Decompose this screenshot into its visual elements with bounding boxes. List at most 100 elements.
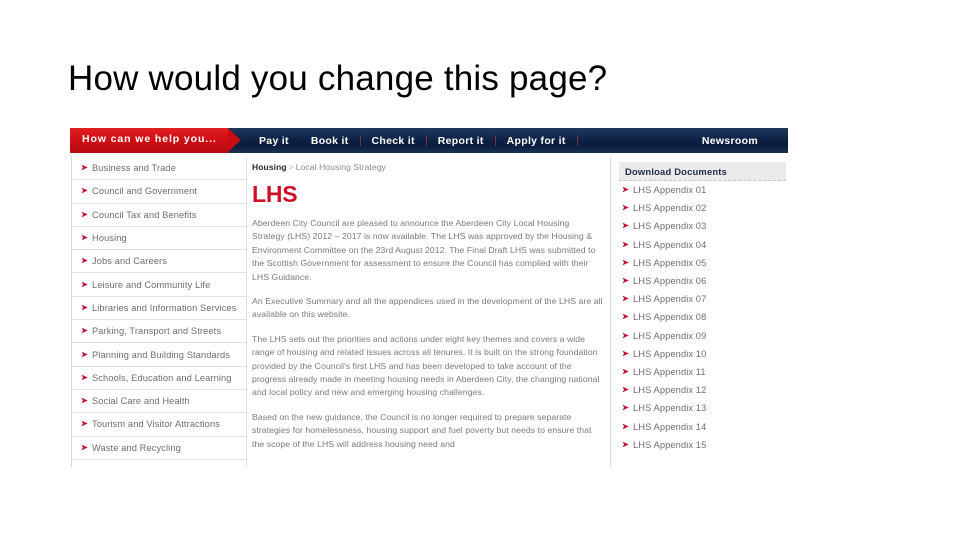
download-link-appendix-02[interactable]: ➤ LHS Appendix 02 [619, 199, 786, 217]
content-paragraph-2: An Executive Summary and all the appendi… [252, 296, 603, 320]
download-link-appendix-05[interactable]: ➤ LHS Appendix 05 [619, 254, 786, 272]
sidebar-item-label: Jobs and Careers [92, 256, 167, 267]
topnav-item-report-it[interactable]: Report it [427, 135, 495, 147]
download-documents-title: Download Documents [625, 165, 728, 177]
chevron-right-icon: ➤ [622, 185, 629, 195]
site-body: ➤ Business and Trade ➤ Council and Gover… [70, 153, 788, 468]
sidebar-item-council-tax-and-benefits[interactable]: ➤ Council Tax and Benefits [72, 204, 246, 227]
download-link-label: LHS Appendix 13 [633, 403, 707, 414]
sidebar-item-label: Waste and Recycling [92, 442, 181, 453]
sidebar-item-tourism-and-visitor-attractions[interactable]: ➤ Tourism and Visitor Attractions [72, 413, 246, 437]
download-link-appendix-01[interactable]: ➤ LHS Appendix 01 [619, 181, 786, 199]
download-link-appendix-13[interactable]: ➤ LHS Appendix 13 [619, 399, 786, 417]
download-link-label: LHS Appendix 06 [633, 276, 707, 287]
chevron-right-icon: ➤ [622, 294, 629, 304]
chevron-right-icon: ➤ [622, 348, 629, 358]
sidebar-item-label: Tourism and Visitor Attractions [92, 419, 220, 430]
chevron-right-icon: ➤ [622, 312, 629, 322]
download-link-appendix-03[interactable]: ➤ LHS Appendix 03 [619, 217, 786, 235]
download-link-label: LHS Appendix 12 [633, 385, 707, 396]
topnav-item-apply-for-it[interactable]: Apply for it [496, 135, 577, 147]
download-link-label: LHS Appendix 15 [633, 439, 707, 450]
download-link-label: LHS Appendix 08 [633, 312, 707, 323]
download-link-appendix-08[interactable]: ➤ LHS Appendix 08 [619, 308, 786, 326]
sidebar-item-business-and-trade[interactable]: ➤ Business and Trade [72, 157, 246, 181]
sidebar-item-jobs-and-careers[interactable]: ➤ Jobs and Careers [72, 250, 246, 274]
help-tab[interactable]: How can we help you... [70, 128, 228, 153]
sidebar-item-libraries-and-information-services[interactable]: ➤ Libraries and Information Services [72, 297, 246, 321]
download-link-label: LHS Appendix 04 [633, 239, 707, 250]
breadcrumb-parent-link[interactable]: Housing [252, 162, 287, 172]
chevron-right-icon: ➤ [81, 163, 88, 173]
sidebar-item-label: Council and Government [92, 186, 198, 197]
sidebar-item-label: Council Tax and Benefits [92, 209, 197, 220]
chevron-right-icon: ➤ [622, 385, 629, 395]
sidebar-item-label: Planning and Building Standards [92, 349, 231, 360]
download-link-appendix-09[interactable]: ➤ LHS Appendix 09 [619, 327, 786, 345]
download-link-appendix-04[interactable]: ➤ LHS Appendix 04 [619, 236, 786, 254]
chevron-right-icon: ➤ [622, 276, 629, 286]
chevron-right-icon: ➤ [81, 209, 88, 219]
topnav-item-newsroom[interactable]: Newsroom [691, 135, 788, 147]
website-screenshot: How can we help you... Pay it Book it Ch… [70, 128, 788, 468]
help-tab-label: How can we help you... [82, 133, 217, 145]
chevron-right-icon: ➤ [622, 403, 629, 413]
download-link-label: LHS Appendix 02 [633, 203, 707, 214]
sidebar-item-leisure-and-community-life[interactable]: ➤ Leisure and Community Life [72, 273, 246, 297]
chevron-right-icon: ➤ [81, 256, 88, 266]
content-paragraph-3: The LHS sets out the priorities and acti… [252, 333, 600, 398]
chevron-right-icon: ➤ [81, 372, 88, 382]
chevron-right-icon: ➤ [81, 396, 88, 406]
chevron-right-icon: ➤ [622, 330, 629, 340]
topnav-item-book-it[interactable]: Book it [300, 135, 360, 147]
chevron-right-icon: ➤ [81, 419, 88, 429]
left-sidebar-nav: ➤ Business and Trade ➤ Council and Gover… [71, 157, 247, 467]
download-link-label: LHS Appendix 05 [633, 257, 707, 268]
topnav-item-check-it[interactable]: Check it [361, 135, 426, 147]
download-link-label: LHS Appendix 11 [633, 366, 706, 377]
chevron-right-icon: ➤ [622, 421, 629, 431]
sidebar-item-waste-and-recycling[interactable]: ➤ Waste and Recycling [72, 437, 246, 460]
download-link-label: LHS Appendix 10 [633, 348, 707, 359]
sidebar-item-housing[interactable]: ➤ Housing [72, 227, 246, 251]
chevron-right-icon: ➤ [622, 439, 629, 449]
download-link-label: LHS Appendix 03 [633, 221, 707, 232]
download-link-appendix-10[interactable]: ➤ LHS Appendix 10 [619, 345, 786, 363]
chevron-right-icon: ➤ [81, 233, 88, 243]
breadcrumb-current: Local Housing Strategy [295, 162, 386, 172]
help-tab-arrow-icon [228, 128, 241, 152]
chevron-right-icon: ➤ [622, 221, 629, 231]
content-paragraph-1: Aberdeen City Council are pleased to ann… [252, 218, 596, 282]
download-documents-panel: Download Documents ➤ LHS Appendix 01 ➤ L… [610, 157, 786, 467]
sidebar-item-schools-education-and-learning[interactable]: ➤ Schools, Education and Learning [72, 367, 246, 390]
sidebar-item-parking-transport-and-streets[interactable]: ➤ Parking, Transport and Streets [72, 320, 246, 344]
topnav-divider [576, 135, 578, 146]
download-documents-header: Download Documents [619, 162, 786, 181]
download-link-appendix-14[interactable]: ➤ LHS Appendix 14 [619, 417, 786, 435]
sidebar-item-label: Business and Trade [92, 163, 176, 174]
download-link-appendix-11[interactable]: ➤ LHS Appendix 11 [619, 363, 786, 381]
chevron-right-icon: ➤ [81, 279, 88, 289]
breadcrumb-separator-icon: > [288, 162, 294, 172]
sidebar-item-label: Social Care and Health [92, 396, 190, 407]
breadcrumb: Housing > Local Housing Strategy [252, 162, 604, 172]
main-content: Housing > Local Housing Strategy LHS Aberd… [252, 157, 604, 462]
download-link-appendix-06[interactable]: ➤ LHS Appendix 06 [619, 272, 786, 290]
chevron-right-icon: ➤ [622, 366, 629, 376]
download-link-appendix-07[interactable]: ➤ LHS Appendix 07 [619, 290, 786, 308]
content-paragraph-4: Based on the new guidance, the Council i… [252, 411, 592, 449]
chevron-right-icon: ➤ [81, 349, 88, 359]
sidebar-item-planning-and-building-standards[interactable]: ➤ Planning and Building Standards [72, 343, 246, 367]
sidebar-item-social-care-and-health[interactable]: ➤ Social Care and Health [72, 390, 246, 414]
site-top-navigation-bar: How can we help you... Pay it Book it Ch… [70, 128, 788, 153]
download-link-appendix-12[interactable]: ➤ LHS Appendix 12 [619, 381, 786, 399]
page-title: How would you change this page? [68, 59, 608, 98]
download-link-label: LHS Appendix 01 [633, 185, 707, 196]
chevron-right-icon: ➤ [81, 442, 88, 452]
sidebar-item-label: Parking, Transport and Streets [92, 326, 222, 337]
download-link-appendix-15[interactable]: ➤ LHS Appendix 15 [619, 436, 786, 454]
topnav-item-pay-it[interactable]: Pay it [248, 135, 300, 147]
chevron-right-icon: ➤ [81, 326, 88, 336]
sidebar-item-council-and-government[interactable]: ➤ Council and Government [72, 180, 246, 204]
chevron-right-icon: ➤ [81, 302, 88, 312]
